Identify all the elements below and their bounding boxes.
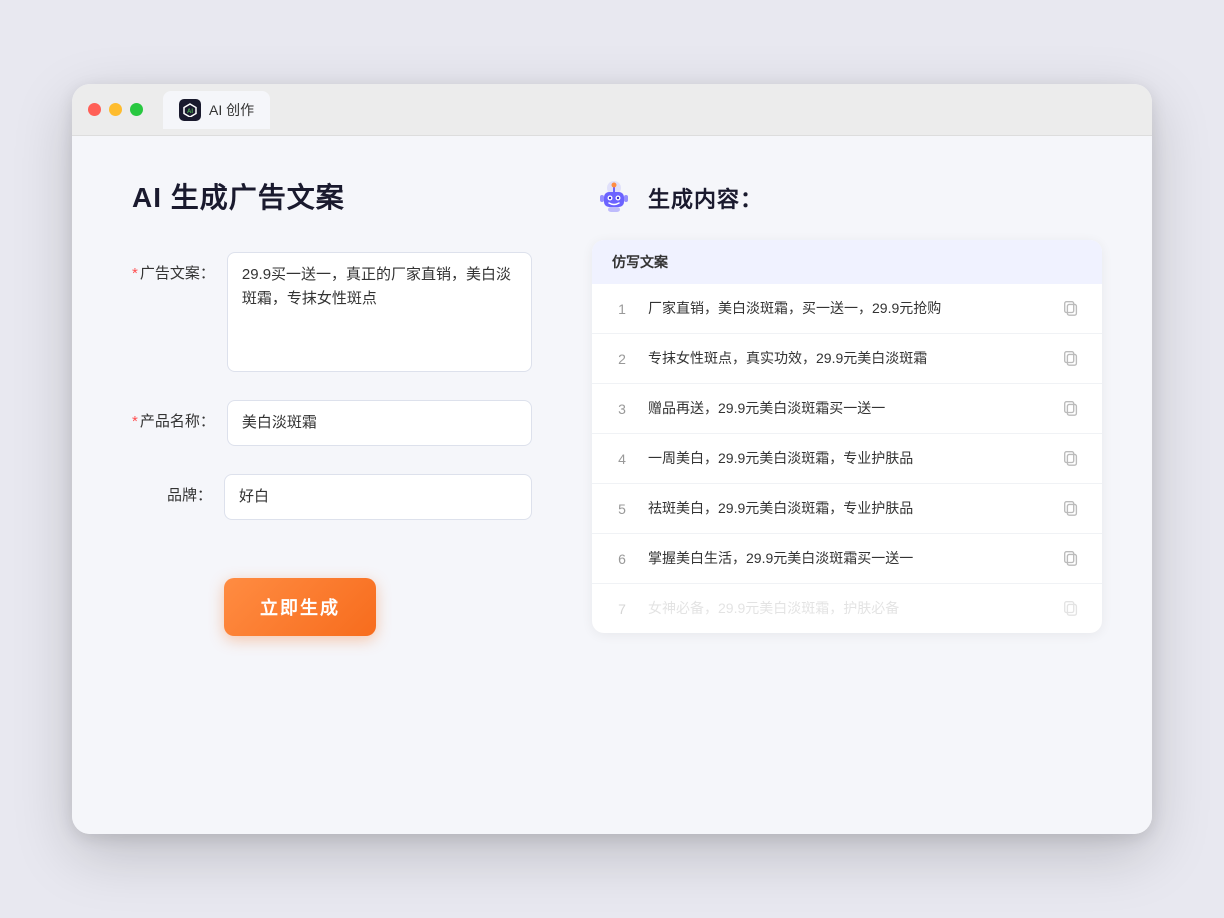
row-text: 祛斑美白，29.9元美白淡斑霜，专业护肤品	[648, 498, 1046, 519]
product-label: *产品名称：	[132, 400, 215, 431]
table-row: 2 专抹女性斑点，真实功效，29.9元美白淡斑霜	[592, 334, 1102, 384]
row-text: 一周美白，29.9元美白淡斑霜，专业护肤品	[648, 448, 1046, 469]
row-number: 5	[612, 501, 632, 517]
row-number: 7	[612, 601, 632, 617]
result-title: 生成内容：	[648, 182, 763, 214]
row-number: 6	[612, 551, 632, 567]
row-text: 专抹女性斑点，真实功效，29.9元美白淡斑霜	[648, 348, 1046, 369]
ad-copy-group: *广告文案：	[132, 252, 532, 372]
browser-window: AI AI 创作 AI 生成广告文案 *广告文案： *产品名称：	[72, 84, 1152, 834]
row-text: 赠品再送，29.9元美白淡斑霜买一送一	[648, 398, 1046, 419]
row-number: 3	[612, 401, 632, 417]
svg-text:AI: AI	[187, 109, 193, 115]
row-text: 厂家直销，美白淡斑霜，买一送一，29.9元抢购	[648, 298, 1046, 319]
generate-button[interactable]: 立即生成	[224, 578, 376, 636]
page-title: AI 生成广告文案	[132, 176, 532, 216]
product-input[interactable]	[227, 400, 532, 446]
result-header: 生成内容：	[592, 176, 1102, 220]
brand-label: 品牌：	[132, 474, 212, 505]
copy-button[interactable]	[1062, 549, 1082, 569]
minimize-button[interactable]	[109, 103, 122, 116]
ad-copy-input[interactable]	[227, 252, 532, 372]
table-row: 5 祛斑美白，29.9元美白淡斑霜，专业护肤品	[592, 484, 1102, 534]
copy-button[interactable]	[1062, 299, 1082, 319]
row-number: 4	[612, 451, 632, 467]
copy-button[interactable]	[1062, 449, 1082, 469]
row-number: 1	[612, 301, 632, 317]
result-rows-container: 1 厂家直销，美白淡斑霜，买一送一，29.9元抢购 2 专抹女性斑点，真实功效，29.…	[592, 284, 1102, 633]
table-row: 4 一周美白，29.9元美白淡斑霜，专业护肤品	[592, 434, 1102, 484]
right-panel: 生成内容： 仿写文案 1 厂家直销，美白淡斑霜，买一送一，29.9元抢购 2 专抹女性…	[592, 176, 1102, 794]
left-panel: AI 生成广告文案 *广告文案： *产品名称： 品牌： 立即生成	[132, 176, 532, 794]
brand-group: 品牌：	[132, 474, 532, 520]
table-header: 仿写文案	[592, 240, 1102, 284]
tab-label: AI 创作	[209, 100, 254, 120]
table-row: 3 赠品再送，29.9元美白淡斑霜买一送一	[592, 384, 1102, 434]
brand-input[interactable]	[224, 474, 532, 520]
table-row: 6 掌握美白生活，29.9元美白淡斑霜买一送一	[592, 534, 1102, 584]
row-text: 女神必备，29.9元美白淡斑霜，护肤必备	[648, 598, 1046, 619]
traffic-lights	[88, 103, 143, 116]
product-group: *产品名称：	[132, 400, 532, 446]
row-text: 掌握美白生活，29.9元美白淡斑霜买一送一	[648, 548, 1046, 569]
copy-button[interactable]	[1062, 399, 1082, 419]
ad-copy-label: *广告文案：	[132, 252, 215, 283]
maximize-button[interactable]	[130, 103, 143, 116]
titlebar: AI AI 创作	[72, 84, 1152, 136]
row-number: 2	[612, 351, 632, 367]
close-button[interactable]	[88, 103, 101, 116]
table-row: 7 女神必备，29.9元美白淡斑霜，护肤必备	[592, 584, 1102, 633]
active-tab[interactable]: AI AI 创作	[163, 91, 270, 129]
copy-button[interactable]	[1062, 499, 1082, 519]
required-star-ad: *	[132, 265, 138, 282]
result-table: 仿写文案 1 厂家直销，美白淡斑霜，买一送一，29.9元抢购 2 专抹女性斑点，真实功…	[592, 240, 1102, 633]
ai-tab-icon: AI	[179, 99, 201, 121]
required-star-product: *	[132, 413, 138, 430]
main-content: AI 生成广告文案 *广告文案： *产品名称： 品牌： 立即生成	[72, 136, 1152, 834]
robot-icon	[592, 176, 636, 220]
copy-button[interactable]	[1062, 349, 1082, 369]
table-row: 1 厂家直销，美白淡斑霜，买一送一，29.9元抢购	[592, 284, 1102, 334]
copy-button[interactable]	[1062, 599, 1082, 619]
